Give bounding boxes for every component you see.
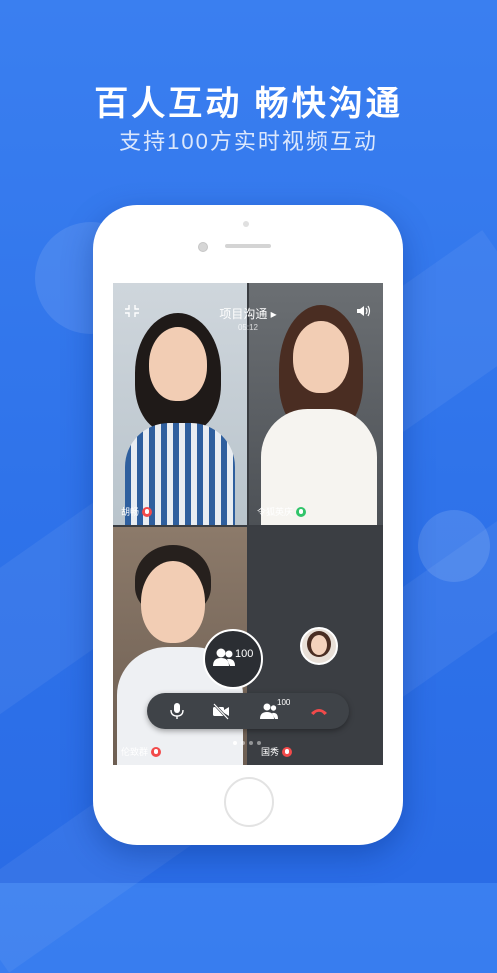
participant-name: 令狐英庆 [257, 507, 294, 517]
page-dot [257, 741, 261, 745]
participant-face [141, 561, 205, 643]
mic-muted-icon [142, 506, 153, 517]
avatar-face [311, 635, 327, 655]
participant-name-tag: 令狐英庆 [257, 505, 307, 518]
speaker-icon[interactable] [355, 304, 373, 318]
members-icon [213, 648, 235, 666]
mic-icon[interactable] [167, 701, 187, 721]
participant-name: 伦致群 [121, 747, 149, 757]
participant-name-tag: 伦致群 [121, 745, 162, 758]
controls-members-count: 100 [277, 698, 291, 707]
video-call-screen: 胡畅 令狐英庆 伦致群 国秀 项目沟通 ▸ 05:12 100 100 [113, 283, 383, 765]
page-indicator [233, 741, 261, 745]
page-dot [249, 741, 253, 745]
home-button[interactable] [224, 777, 274, 827]
participant-name: 国秀 [261, 747, 280, 757]
members-count: 100 [235, 648, 254, 660]
call-top-bar: 项目沟通 ▸ 05:12 [113, 283, 383, 332]
participant-name-tag: 胡畅 [121, 505, 153, 518]
participant-avatar[interactable] [300, 627, 338, 665]
participant-name-tag: 国秀 [261, 745, 293, 758]
members-bubble[interactable]: 100 [203, 629, 263, 689]
page-dot [241, 741, 245, 745]
mic-active-icon [296, 506, 307, 517]
decor-circle [418, 510, 490, 582]
mic-muted-icon [151, 746, 162, 757]
mic-muted-icon [282, 746, 293, 757]
promo-headline: 百人互动 畅快沟通 [94, 85, 403, 123]
call-control-bar: 100 [147, 693, 349, 729]
phone-camera [198, 242, 208, 252]
members-icon[interactable] [259, 701, 279, 721]
call-timer: 05:12 [237, 323, 259, 332]
camera-off-icon[interactable] [211, 701, 231, 721]
participant-name: 胡畅 [121, 507, 140, 517]
page-dot [233, 741, 237, 745]
phone-earpiece [225, 244, 271, 248]
participant-face [149, 327, 207, 401]
phone-mockup: 胡畅 令狐英庆 伦致群 国秀 项目沟通 ▸ 05:12 100 100 [93, 205, 403, 845]
hangup-icon[interactable] [309, 701, 329, 721]
meeting-title[interactable]: 项目沟通 ▸ [113, 305, 383, 322]
phone-sensor [243, 221, 249, 227]
promo-subline: 支持100方实时视频互动 [119, 129, 378, 154]
